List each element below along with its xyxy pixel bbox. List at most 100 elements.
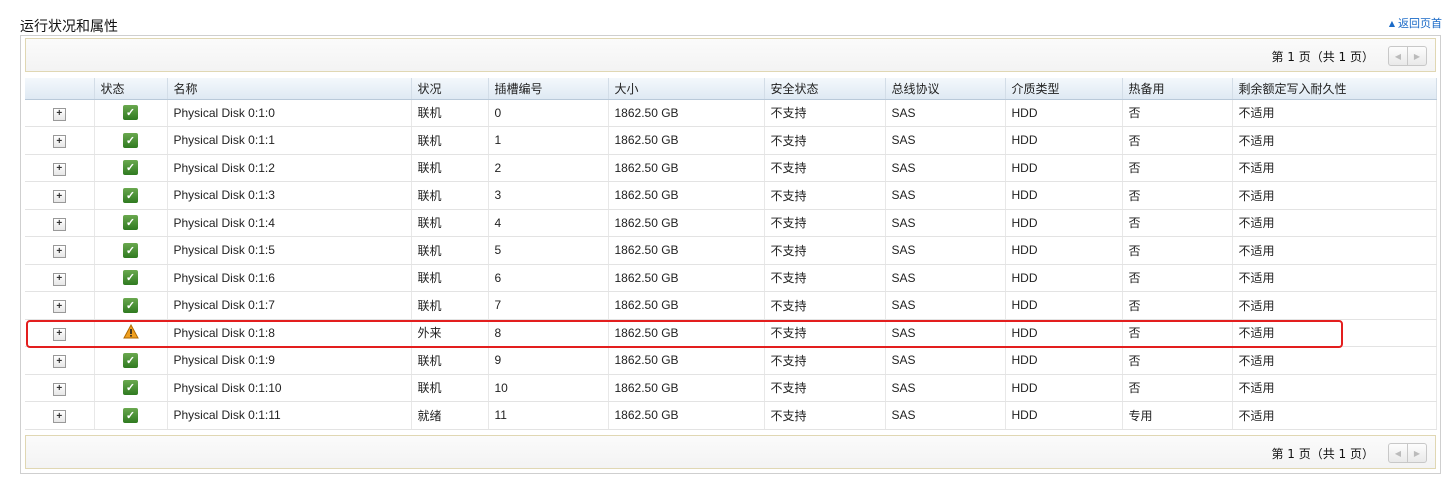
column-header[interactable]: 状况: [411, 78, 489, 100]
table-row[interactable]: + ✓ Physical Disk 0:1:5 联机 5 1862.50 GB 不支持 SAS…: [25, 236, 1437, 265]
up-arrow-icon: ▲: [1388, 18, 1395, 28]
cell-media: HDD: [1005, 401, 1123, 430]
cell-hotspare: 否: [1122, 154, 1233, 182]
cell-media: HDD: [1005, 291, 1123, 320]
table-row[interactable]: + ✓ Physical Disk 0:1:7 联机 7 1862.50 GB 不支持 SAS…: [25, 291, 1437, 320]
cell-name[interactable]: Physical Disk 0:1:2: [167, 154, 412, 182]
pager-top: 第 1 页（共 1 页） ◀ ▶: [1271, 46, 1427, 66]
status-cell: ✓: [94, 154, 168, 182]
table-header-row: 状态 名称 状况 插槽编号 大小 安全状态 总线协议 介质类型 热备用 剩余额定写入耐久性: [25, 78, 1437, 100]
prev-page-icon[interactable]: ◀: [1389, 444, 1408, 462]
cell-bus: SAS: [885, 154, 1006, 182]
table-row[interactable]: + Physical Disk 0:1:8 外来 8 1862.50 GB 不支持 SAS H…: [25, 319, 1437, 347]
cell-name[interactable]: Physical Disk 0:1:6: [167, 264, 412, 292]
column-header[interactable]: 总线协议: [885, 78, 1006, 100]
table-row[interactable]: + ✓ Physical Disk 0:1:11 就绪 11 1862.50 GB 不支持 S…: [25, 401, 1437, 430]
check-ok-icon: ✓: [123, 160, 138, 176]
check-ok-icon: ✓: [123, 407, 138, 423]
cell-name[interactable]: Physical Disk 0:1:1: [167, 126, 412, 155]
physical-disks-panel: 第 1 页（共 1 页） ◀ ▶ 状态 名称 状况 插槽编号 大小 安全状态 总线协议 介质类…: [20, 35, 1441, 474]
cell-state: 联机: [411, 99, 489, 127]
column-header[interactable]: 大小: [608, 78, 765, 100]
status-cell: ✓: [94, 264, 168, 292]
cell-bus: SAS: [885, 126, 1006, 155]
next-page-icon[interactable]: ▶: [1408, 444, 1426, 462]
next-page-icon[interactable]: ▶: [1408, 47, 1426, 65]
expand-plus-icon[interactable]: +: [52, 162, 66, 176]
cell-endurance: 不适用: [1232, 236, 1437, 265]
cell-name[interactable]: Physical Disk 0:1:4: [167, 209, 412, 237]
expand-plus-icon[interactable]: +: [52, 300, 66, 313]
back-to-top-link[interactable]: ▲ 返回页首: [1389, 15, 1442, 31]
expand-plus-icon[interactable]: +: [52, 382, 66, 396]
cell-state: 联机: [411, 374, 489, 402]
prev-page-icon[interactable]: ◀: [1389, 47, 1408, 65]
cell-media: HDD: [1005, 319, 1123, 347]
table-row[interactable]: + ✓ Physical Disk 0:1:4 联机 4 1862.50 GB 不支持 SAS…: [25, 209, 1437, 237]
cell-bus: SAS: [885, 181, 1006, 210]
pager-bar-top: 第 1 页（共 1 页） ◀ ▶: [25, 38, 1436, 72]
check-ok-icon: ✓: [123, 187, 138, 203]
table-row[interactable]: + ✓ Physical Disk 0:1:1 联机 1 1862.50 GB 不支持 SAS…: [25, 126, 1437, 155]
expand-plus-icon[interactable]: +: [52, 410, 66, 423]
cell-slot: 2: [488, 154, 609, 182]
cell-state: 就绪: [411, 401, 489, 430]
column-header[interactable]: 插槽编号: [488, 78, 609, 100]
cell-bus: SAS: [885, 99, 1006, 127]
section-title: 运行状况和属性: [20, 19, 118, 35]
expand-plus-icon[interactable]: +: [52, 355, 66, 368]
cell-endurance: 不适用: [1232, 401, 1437, 430]
cell-hotspare: 专用: [1122, 401, 1233, 430]
table-row[interactable]: + ✓ Physical Disk 0:1:3 联机 3 1862.50 GB 不支持 SAS…: [25, 181, 1437, 210]
cell-size: 1862.50 GB: [608, 236, 765, 265]
cell-security: 不支持: [764, 99, 886, 127]
table-row[interactable]: + ✓ Physical Disk 0:1:0 联机 0 1862.50 GB 不支持 SAS…: [25, 99, 1437, 127]
cell-state: 联机: [411, 264, 489, 292]
cell-security: 不支持: [764, 401, 886, 430]
expand-plus-icon[interactable]: +: [52, 272, 66, 286]
pager-bar-bottom: 第 1 页（共 1 页） ◀ ▶: [25, 435, 1436, 469]
column-header[interactable]: 状态: [94, 78, 168, 100]
cell-endurance: 不适用: [1232, 319, 1437, 347]
table-row[interactable]: + ✓ Physical Disk 0:1:9 联机 9 1862.50 GB 不支持 SAS…: [25, 346, 1437, 375]
column-header[interactable]: 剩余额定写入耐久性: [1232, 78, 1437, 100]
cell-media: HDD: [1005, 209, 1123, 237]
cell-state: 联机: [411, 236, 489, 265]
expand-plus-icon[interactable]: +: [52, 107, 66, 121]
cell-slot: 0: [488, 99, 609, 127]
table-row[interactable]: + ✓ Physical Disk 0:1:2 联机 2 1862.50 GB 不支持 SAS…: [25, 154, 1437, 182]
back-to-top-label: 返回页首: [1398, 17, 1442, 30]
cell-security: 不支持: [764, 181, 886, 210]
cell-media: HDD: [1005, 126, 1123, 155]
cell-media: HDD: [1005, 346, 1123, 375]
expand-plus-icon[interactable]: +: [52, 327, 66, 341]
column-header[interactable]: [25, 78, 95, 100]
cell-security: 不支持: [764, 291, 886, 320]
expand-plus-icon[interactable]: +: [52, 190, 66, 203]
column-header[interactable]: 安全状态: [764, 78, 886, 100]
cell-security: 不支持: [764, 346, 886, 375]
cell-name[interactable]: Physical Disk 0:1:9: [167, 346, 412, 375]
column-header[interactable]: 名称: [167, 78, 412, 100]
cell-name[interactable]: Physical Disk 0:1:5: [167, 236, 412, 265]
cell-slot: 4: [488, 209, 609, 237]
table-row[interactable]: + ✓ Physical Disk 0:1:6 联机 6 1862.50 GB 不支持 SAS…: [25, 264, 1437, 292]
cell-endurance: 不适用: [1232, 291, 1437, 320]
expand-plus-icon[interactable]: +: [52, 217, 66, 231]
cell-name[interactable]: Physical Disk 0:1:10: [167, 374, 412, 402]
column-header[interactable]: 热备用: [1122, 78, 1233, 100]
cell-name[interactable]: Physical Disk 0:1:0: [167, 99, 412, 127]
cell-name[interactable]: Physical Disk 0:1:3: [167, 181, 412, 210]
expand-plus-icon[interactable]: +: [52, 245, 66, 258]
cell-endurance: 不适用: [1232, 126, 1437, 155]
cell-name[interactable]: Physical Disk 0:1:8: [167, 319, 412, 347]
cell-name[interactable]: Physical Disk 0:1:7: [167, 291, 412, 320]
cell-endurance: 不适用: [1232, 374, 1437, 402]
expand-plus-icon[interactable]: +: [52, 135, 66, 148]
table-row[interactable]: + ✓ Physical Disk 0:1:10 联机 10 1862.50 GB 不支持 S…: [25, 374, 1437, 402]
cell-media: HDD: [1005, 181, 1123, 210]
cell-name[interactable]: Physical Disk 0:1:11: [167, 401, 412, 430]
page-indicator: 第 1 页（共 1 页）: [1271, 446, 1374, 461]
expand-cell: +: [25, 264, 95, 292]
column-header[interactable]: 介质类型: [1005, 78, 1123, 100]
